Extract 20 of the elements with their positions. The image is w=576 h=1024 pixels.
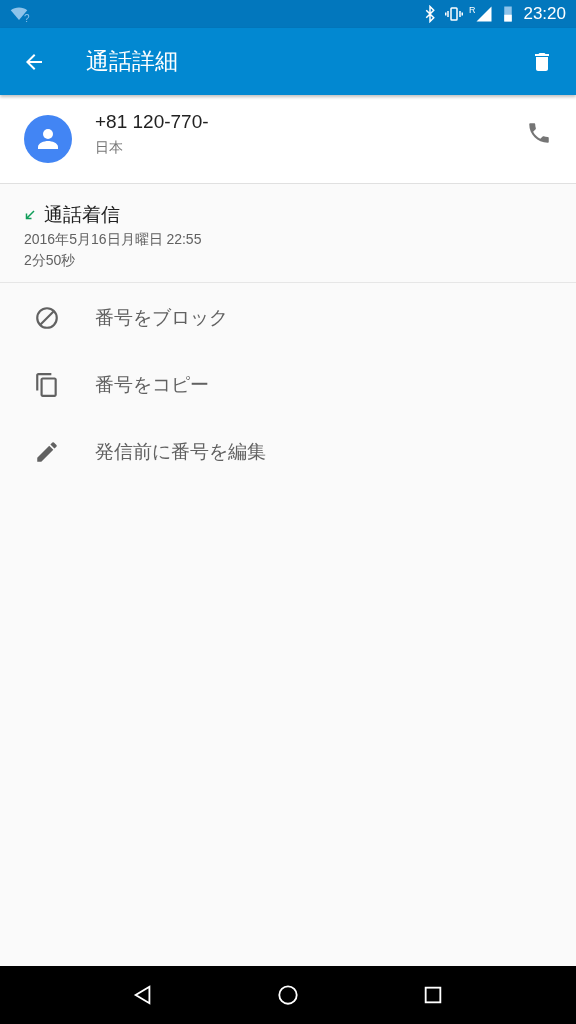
phone-icon[interactable]: [526, 120, 552, 146]
avatar-icon: [24, 115, 72, 163]
copy-icon: [34, 371, 60, 398]
wifi-status-mark: ?: [24, 12, 30, 24]
call-datetime: 2016年5月16日月曜日 22:55: [24, 231, 203, 249]
roaming-mark: R: [468, 5, 476, 15]
action-item[interactable]: 発信前に番号を編集: [0, 418, 576, 485]
action-item[interactable]: 番号をブロック: [0, 284, 576, 351]
phone-number: +81 120-770-: [95, 111, 210, 133]
call-type-label: 通話着信: [44, 203, 120, 227]
home-circle-icon[interactable]: [277, 984, 299, 1006]
vibrate-icon: [444, 5, 463, 23]
screen-title: 通話詳細: [86, 47, 179, 76]
location-label: 日本: [95, 139, 124, 157]
block-icon: [34, 304, 60, 331]
signal-icon: [475, 5, 494, 23]
clock-time: 23:20: [523, 4, 566, 24]
action-item[interactable]: 番号をコピー: [0, 351, 576, 418]
call-duration: 2分50秒: [24, 252, 77, 270]
arrow-icon: [24, 209, 36, 221]
